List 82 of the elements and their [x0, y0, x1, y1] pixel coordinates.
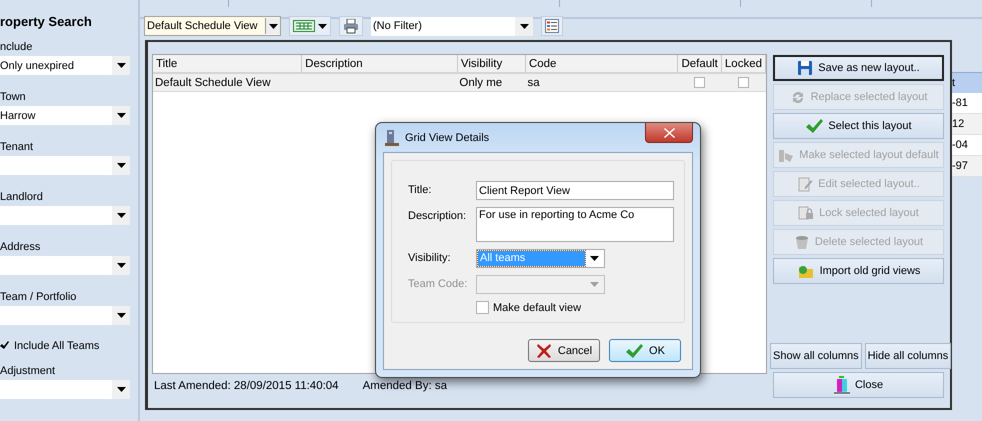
- table-cell: Default Schedule View: [153, 73, 302, 92]
- select-field[interactable]: [476, 275, 605, 294]
- spreadsheet-icon: [293, 20, 315, 32]
- dropdown-arrow-icon: [318, 24, 327, 28]
- layout-icon: [778, 147, 794, 163]
- checkmark-icon: [625, 342, 644, 358]
- columns-button[interactable]: Hide all columns: [864, 343, 952, 369]
- column-header[interactable]: Default: [678, 55, 722, 73]
- field-label: Team / Portfolio: [0, 290, 78, 305]
- filter-dropdown[interactable]: (No Filter): [371, 16, 533, 36]
- cross-icon: [536, 342, 552, 358]
- printer-icon: [343, 18, 359, 34]
- dropdown-arrow-icon: [520, 24, 528, 28]
- close-button[interactable]: Close: [773, 372, 944, 398]
- title-input[interactable]: Client Report View: [476, 181, 674, 200]
- dropdown-field[interactable]: Only unexpired: [0, 56, 130, 75]
- dropdown-arrow-icon: [116, 263, 126, 268]
- field-label: Title:: [408, 183, 432, 196]
- amended-by-text: Amended By: sa: [362, 380, 447, 392]
- field-label: Landlord: [0, 190, 44, 205]
- dropdown-arrow-icon: [268, 24, 278, 28]
- close-icon: [664, 128, 674, 138]
- field-label: nclude: [0, 40, 34, 55]
- checkbox[interactable]: [476, 301, 489, 314]
- checkbox[interactable]: [694, 76, 706, 88]
- dropdown-field[interactable]: [0, 256, 130, 275]
- table-cell: Only me: [457, 73, 526, 92]
- dropdown-arrow-icon: [116, 63, 126, 68]
- layout-dropdown[interactable]: Default Schedule View: [144, 16, 281, 36]
- layout-button[interactable]: Import old grid views: [773, 258, 944, 284]
- field-label: Town: [0, 90, 27, 105]
- column-header: t: [952, 72, 982, 93]
- dropdown-field[interactable]: Harrow: [0, 106, 130, 125]
- layout-button[interactable]: Select this layout: [773, 113, 944, 139]
- close-button[interactable]: [645, 123, 693, 143]
- dropdown-arrow-icon: [116, 313, 126, 318]
- checkbox[interactable]: [738, 76, 749, 88]
- column-header[interactable]: Locked: [721, 55, 766, 73]
- dropdown-arrow-icon: [590, 282, 598, 287]
- building-icon: [385, 130, 399, 146]
- dialog-button[interactable]: OK: [609, 339, 681, 362]
- folder-icon: [796, 263, 815, 279]
- columns-button[interactable]: Show all columns: [770, 343, 862, 369]
- dialog-button[interactable]: Cancel: [528, 339, 600, 362]
- column-chooser-button[interactable]: [541, 16, 563, 36]
- table-cell: -97: [952, 156, 982, 177]
- export-button[interactable]: [289, 16, 331, 36]
- trash-icon: [794, 234, 810, 250]
- field-label: Visibility:: [408, 251, 452, 264]
- dialog-title: Grid View Details: [405, 132, 490, 144]
- dropdown-arrow-icon: [116, 213, 126, 218]
- checkmark-icon: [805, 118, 824, 134]
- dropdown-field[interactable]: [0, 156, 130, 175]
- dropdown-field[interactable]: [0, 380, 130, 399]
- dropdown-field[interactable]: [0, 206, 130, 225]
- field-label: Team Code:: [408, 277, 468, 290]
- table-cell: 12: [952, 114, 982, 135]
- column-header[interactable]: Title: [153, 55, 302, 73]
- field-label: Adjustment: [0, 364, 56, 379]
- field-label: Address: [0, 240, 42, 255]
- description-input[interactable]: For use in reporting to Acme Co: [476, 207, 674, 242]
- column-header[interactable]: Description: [302, 55, 458, 73]
- print-button[interactable]: [339, 16, 363, 36]
- lock-icon: [798, 205, 814, 221]
- layout-button[interactable]: Save as new layout..: [773, 55, 944, 81]
- list-icon: [545, 19, 559, 33]
- dropdown-field[interactable]: [0, 306, 130, 325]
- dropdown-arrow-icon: [116, 113, 126, 118]
- table-cell: sa: [525, 73, 678, 92]
- field-label: Description:: [408, 209, 468, 222]
- panel-title: roperty Search: [0, 14, 93, 31]
- dropdown-arrow-icon: [116, 387, 126, 392]
- dropdown-arrow-icon: [590, 256, 598, 261]
- column-header[interactable]: Code: [525, 55, 678, 73]
- checkbox-label: Include All Teams: [14, 340, 100, 352]
- checkbox-label: Make default view: [493, 302, 582, 314]
- column-header[interactable]: Visibility: [457, 55, 526, 73]
- last-amended-text: Last Amended: 28/09/2015 11:40:04: [154, 380, 339, 392]
- dropdown-arrow-icon: [116, 163, 126, 168]
- door-icon: [834, 376, 850, 394]
- field-label: Tenant: [0, 140, 34, 155]
- edit-icon: [797, 176, 814, 192]
